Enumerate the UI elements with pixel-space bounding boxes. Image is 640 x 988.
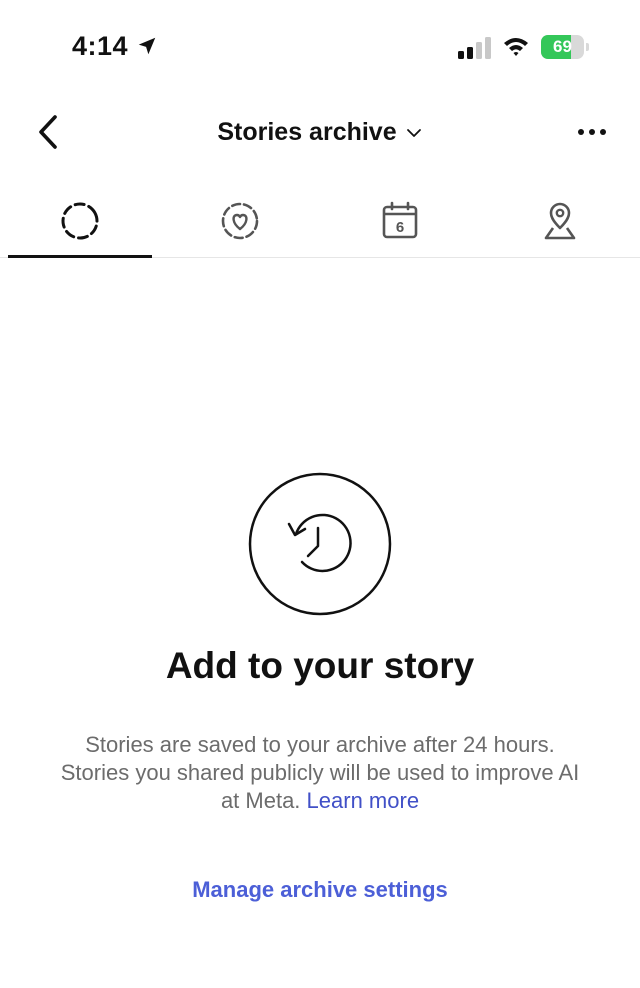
heart-dashed-circle-icon <box>221 202 259 240</box>
cellular-signal-icon <box>458 37 491 59</box>
header: Stories archive <box>0 100 640 164</box>
manage-archive-settings-link[interactable]: Manage archive settings <box>192 877 448 902</box>
calendar-icon: 6 <box>382 201 418 239</box>
more-horizontal-icon <box>578 129 606 135</box>
map-pin-icon <box>544 202 576 240</box>
title-dropdown[interactable]: Stories archive <box>0 100 640 164</box>
battery-percent: 69 <box>553 37 572 56</box>
tab-map[interactable] <box>480 186 640 258</box>
chevron-down-icon <box>406 129 421 137</box>
manage-archive-settings-container: Manage archive settings <box>0 877 640 903</box>
back-button[interactable] <box>28 112 68 152</box>
active-tab-indicator <box>8 255 152 258</box>
dashed-circle-icon <box>61 202 99 240</box>
battery-charging-icon: 69 <box>541 35 589 59</box>
tab-highlights[interactable] <box>160 186 320 258</box>
page-title: Stories archive <box>217 117 397 146</box>
empty-state-title: Add to your story <box>165 645 475 686</box>
tab-calendar[interactable]: 6 <box>320 186 480 258</box>
status-bar: 4:14 69 <box>0 0 640 96</box>
more-options-button[interactable] <box>568 114 616 150</box>
history-clock-icon <box>248 472 392 616</box>
chevron-left-icon <box>39 115 57 149</box>
calendar-day: 6 <box>396 219 404 236</box>
wifi-icon <box>504 38 528 56</box>
archive-tabs: 6 <box>0 186 640 258</box>
status-time: 4:14 <box>72 31 129 61</box>
empty-state-description: Stories are saved to your archive after … <box>60 731 580 815</box>
location-arrow-icon <box>138 37 156 55</box>
tab-stories[interactable] <box>0 186 160 258</box>
learn-more-link[interactable]: Learn more <box>307 788 420 813</box>
